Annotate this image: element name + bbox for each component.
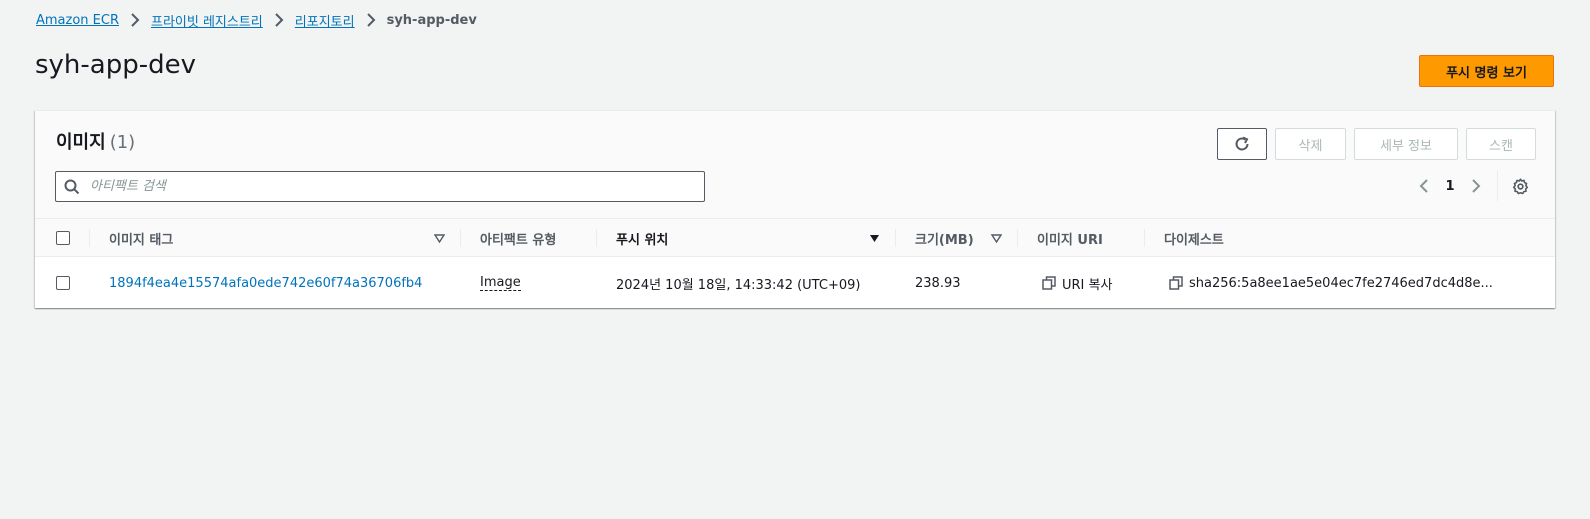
column-header-size[interactable]: 크기(MB) — [915, 219, 974, 257]
sort-caret-down-filled-icon[interactable] — [869, 219, 880, 257]
column-divider — [460, 229, 461, 247]
pushed-at-cell: 2024년 10월 18일, 14:33:42 (UTC+09) — [616, 277, 861, 293]
artifact-type-cell: Image — [480, 258, 521, 308]
row-select-cell — [56, 258, 70, 308]
artifact-type-text[interactable]: Image — [480, 275, 521, 291]
image-tag-link[interactable]: 1894f4ea4e15574afa0ede742e60f74a36706fb4 — [109, 276, 422, 291]
next-page-button[interactable] — [1463, 173, 1489, 199]
pagination: 1 — [1411, 173, 1489, 199]
images-panel: 이미지(1) 삭제 세부 정보 스캔 1 — [35, 110, 1555, 308]
prev-page-button[interactable] — [1411, 173, 1437, 199]
panel-title: 이미지 (1) — [56, 128, 135, 154]
details-button[interactable]: 세부 정보 — [1354, 128, 1458, 160]
refresh-button[interactable] — [1217, 128, 1267, 160]
column-header-artifact-type: 아티팩트 유형 — [480, 232, 557, 248]
delete-button[interactable]: 삭제 — [1275, 128, 1346, 160]
artifact-search-input[interactable] — [88, 172, 704, 201]
image-count: (1) — [109, 132, 136, 153]
chevron-left-icon — [1419, 179, 1428, 193]
digest-cell: sha256:5a8ee1ae5e04ec7fe2746ed7dc4d8e... — [1169, 258, 1493, 308]
digest-text: sha256:5a8ee1ae5e04ec7fe2746ed7dc4d8e... — [1189, 275, 1493, 291]
column-header-digest: 다이제스트 — [1164, 232, 1224, 248]
select-all-checkbox[interactable] — [56, 231, 70, 245]
scan-button[interactable]: 스캔 — [1466, 128, 1536, 160]
page-title: syh-app-dev — [35, 50, 197, 80]
column-divider — [89, 229, 90, 247]
chevron-right-icon — [123, 10, 147, 30]
copy-uri-button[interactable]: URI 복사 — [1042, 274, 1112, 293]
column-header-image-tag[interactable]: 이미지 태그 — [109, 219, 173, 257]
copy-icon — [1169, 276, 1183, 290]
column-divider — [1144, 229, 1145, 247]
current-page-number[interactable]: 1 — [1437, 179, 1463, 194]
copy-digest-button[interactable]: sha256:5a8ee1ae5e04ec7fe2746ed7dc4d8e... — [1169, 276, 1493, 291]
panel-title-text: 이미지 — [56, 132, 106, 153]
table-header: 이미지 태그 아티팩트 유형 푸시 위치 크기(MB) 이미지 URI 다이제스… — [35, 219, 1555, 257]
breadcrumb: Amazon ECR 프라이빗 레지스트리 리포지토리 syh-app-dev — [36, 10, 477, 30]
column-divider — [596, 229, 597, 247]
image-uri-cell: URI 복사 — [1042, 258, 1112, 308]
chevron-right-icon — [1472, 179, 1481, 193]
breadcrumb-item-private-registry[interactable]: 프라이빗 레지스트리 — [151, 11, 263, 30]
chevron-right-icon — [359, 10, 383, 30]
breadcrumb-item-amazon-ecr[interactable]: Amazon ECR — [36, 13, 119, 28]
breadcrumb-current: syh-app-dev — [386, 12, 477, 28]
gear-icon — [1512, 177, 1528, 194]
refresh-icon — [1235, 136, 1249, 151]
panel-header: 이미지(1) 삭제 세부 정보 스캔 1 — [35, 111, 1555, 219]
copy-uri-label: URI 복사 — [1062, 277, 1113, 293]
copy-icon — [1042, 276, 1056, 290]
preferences-button[interactable] — [1508, 174, 1532, 198]
column-divider — [1017, 229, 1018, 247]
divider — [1497, 171, 1498, 201]
row-checkbox[interactable] — [56, 276, 70, 290]
column-header-image-uri: 이미지 URI — [1037, 232, 1103, 248]
chevron-right-icon — [267, 10, 291, 30]
sort-caret-down-icon[interactable] — [434, 219, 445, 257]
column-divider — [895, 229, 896, 247]
view-push-commands-button[interactable]: 푸시 명령 보기 — [1419, 55, 1554, 87]
breadcrumb-item-repositories[interactable]: 리포지토리 — [295, 11, 355, 30]
size-cell: 238.93 — [915, 275, 961, 291]
sort-caret-down-icon[interactable] — [991, 219, 1002, 257]
column-header-pushed-at[interactable]: 푸시 위치 — [616, 219, 668, 257]
select-all-cell — [56, 219, 70, 257]
search-box — [55, 171, 705, 202]
search-icon — [56, 172, 88, 201]
table-row: 1894f4ea4e15574afa0ede742e60f74a36706fb4… — [35, 258, 1555, 308]
image-tag-cell: 1894f4ea4e15574afa0ede742e60f74a36706fb4 — [109, 258, 422, 308]
